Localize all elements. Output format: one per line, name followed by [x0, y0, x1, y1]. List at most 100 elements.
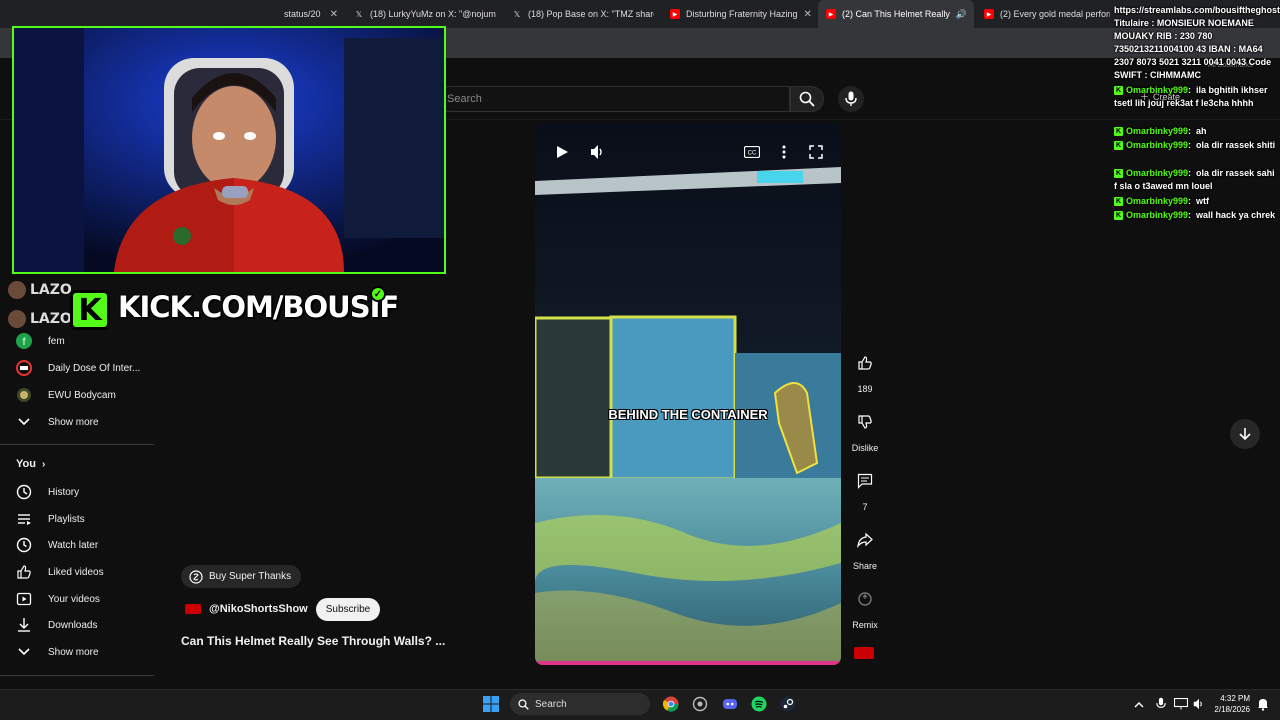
- microphone-icon: [845, 91, 857, 106]
- chevron-down-icon: [16, 644, 32, 660]
- super-thanks-icon: [189, 569, 203, 584]
- speaker-icon: [1193, 698, 1202, 710]
- video-title[interactable]: Can This Helmet Really See Through Walls…: [181, 634, 445, 648]
- kick-url-text: KICK.COM/BOUSIF: [117, 289, 400, 325]
- like-button[interactable]: 189: [844, 348, 886, 394]
- avatar: [8, 310, 26, 328]
- chevron-right-icon: ›: [41, 458, 46, 470]
- sidebar-item-daily-dose[interactable]: Daily Dose Of Inter...: [16, 356, 154, 380]
- kick-badge-icon: K: [1114, 141, 1123, 151]
- thumbs-up-icon: [16, 564, 32, 580]
- share-button[interactable]: Share: [844, 525, 886, 571]
- sidebar-item-label: fem: [48, 335, 65, 347]
- channel-handle[interactable]: @NikoShortsShow: [209, 603, 308, 615]
- chat-message: K Omarbinky999: ah: [1114, 126, 1207, 137]
- expand-icon: [809, 145, 823, 159]
- volume-tray-icon[interactable]: [1190, 695, 1208, 713]
- kick-badge-icon: K: [1114, 211, 1123, 221]
- show-hidden-icons-button[interactable]: [1130, 695, 1148, 713]
- tab-helmet-video[interactable]: ▶ (2) Can This Helmet Really 🔊 ✕: [818, 0, 974, 28]
- short-video-player[interactable]: CC BEHIND THE CONTAINER: [535, 123, 841, 665]
- kick-badge-icon: K: [1114, 169, 1123, 179]
- captions-button[interactable]: CC: [743, 143, 761, 161]
- taskbar-search[interactable]: Search: [510, 693, 650, 715]
- fullscreen-button[interactable]: [807, 143, 825, 161]
- dislike-button[interactable]: Dislike: [844, 407, 886, 453]
- video-caption: BEHIND THE CONTAINER: [608, 407, 768, 422]
- chat-text: wtf: [1196, 196, 1210, 206]
- buy-super-thanks-label: Buy Super Thanks: [209, 571, 292, 582]
- settings-app-icon: [692, 696, 708, 712]
- like-count: 189: [857, 384, 873, 394]
- comment-icon: [850, 466, 880, 496]
- play-button[interactable]: [553, 143, 571, 161]
- volume-button[interactable]: [589, 143, 607, 161]
- chat-username: Omarbinky999: [1126, 196, 1189, 206]
- sidebar-item-downloads[interactable]: Downloads: [16, 613, 154, 637]
- search-button[interactable]: [790, 86, 824, 112]
- monitor-network-icon: [1174, 698, 1188, 710]
- sidebar-item-ewu-bodycam[interactable]: EWU Bodycam: [16, 383, 154, 407]
- sidebar-divider: [0, 675, 154, 676]
- tab-gold-medal[interactable]: ▶ (2) Every gold medal performa: [976, 0, 1110, 28]
- clock-icon: [16, 537, 32, 553]
- tab-status[interactable]: status/20 ✕: [276, 0, 346, 28]
- close-icon[interactable]: ✕: [804, 9, 812, 20]
- microphone-tray-icon[interactable]: [1152, 695, 1170, 713]
- more-options-button[interactable]: [775, 143, 793, 161]
- kick-badge-icon: K: [1114, 197, 1123, 207]
- thumbs-down-icon: [850, 407, 880, 437]
- voice-search-button[interactable]: [838, 86, 864, 112]
- sidebar-item-liked-videos[interactable]: Liked videos: [16, 560, 154, 584]
- remix-label: Remix: [852, 620, 878, 630]
- channel-avatar[interactable]: [185, 604, 201, 614]
- buy-super-thanks-button[interactable]: Buy Super Thanks: [181, 565, 302, 588]
- network-tray-icon[interactable]: [1172, 695, 1190, 713]
- sidebar-item-history[interactable]: History: [16, 480, 154, 504]
- subscribe-button[interactable]: Subscribe: [315, 597, 381, 621]
- discord-taskbar-icon[interactable]: [721, 695, 739, 713]
- play-square-icon: [16, 591, 32, 607]
- svg-text:CC: CC: [748, 151, 757, 157]
- comments-button[interactable]: 7: [844, 466, 886, 512]
- start-button[interactable]: [482, 695, 500, 713]
- sidebar-divider: [0, 444, 154, 445]
- chrome-taskbar-icon[interactable]: [662, 695, 680, 713]
- sidebar-item-label: Playlists: [48, 513, 85, 525]
- youtube-icon: ▶: [670, 9, 680, 19]
- play-icon: [557, 146, 568, 158]
- arrow-down-icon: [1239, 428, 1251, 441]
- x-icon: 𝕏: [513, 9, 521, 19]
- chat-text: wall hack ya chrek: [1196, 210, 1276, 220]
- speaker-icon[interactable]: 🔊: [956, 9, 967, 20]
- comments-count: 7: [862, 502, 868, 512]
- kick-badge-icon: K: [1114, 86, 1123, 96]
- sidebar-item-your-videos[interactable]: Your videos: [16, 587, 154, 611]
- sidebar-item-fem[interactable]: f fem: [16, 329, 154, 353]
- next-video-button[interactable]: [1230, 419, 1260, 449]
- sidebar-item-watch-later[interactable]: Watch later: [16, 533, 154, 557]
- tab-pop-base[interactable]: 𝕏 (18) Pop Base on X: "TMZ share ✕: [504, 0, 654, 28]
- sidebar-item-label: Daily Dose Of Inter...: [48, 362, 141, 374]
- download-icon: [16, 617, 32, 633]
- sidebar-show-more-you[interactable]: Show more: [16, 640, 154, 664]
- tab-lurkyyumz[interactable]: 𝕏 (18) LurkyYuMz on X: "@nojum ✕: [346, 0, 496, 28]
- sidebar-you-heading[interactable]: You ›: [16, 458, 45, 470]
- search-input[interactable]: Search: [436, 86, 790, 112]
- spotify-taskbar-icon[interactable]: [750, 695, 768, 713]
- taskbar-clock[interactable]: 4:32 PM 2/18/2026: [1212, 693, 1250, 715]
- donation-info: https://streamlabs.com/bousiftheghost/ti…: [1114, 5, 1280, 80]
- remix-button[interactable]: Remix: [844, 584, 886, 630]
- youtube-icon: ▶: [984, 9, 994, 19]
- steam-taskbar-icon[interactable]: [779, 695, 797, 713]
- close-icon[interactable]: ✕: [330, 9, 338, 20]
- tab-fraternity-hazing[interactable]: ▶ Disturbing Fraternity Hazing ✕: [662, 0, 812, 28]
- app-taskbar-icon[interactable]: [691, 695, 709, 713]
- notifications-button[interactable]: [1254, 695, 1272, 713]
- sidebar-show-more-subscriptions[interactable]: Show more: [16, 410, 154, 434]
- channel-thumbnail-icon[interactable]: [854, 647, 874, 659]
- tab-label: (18) Pop Base on X: "TMZ share: [528, 9, 654, 19]
- chat-text: ah: [1196, 126, 1207, 136]
- tab-label: (2) Every gold medal performa: [1000, 9, 1110, 19]
- sidebar-item-playlists[interactable]: Playlists: [16, 507, 154, 531]
